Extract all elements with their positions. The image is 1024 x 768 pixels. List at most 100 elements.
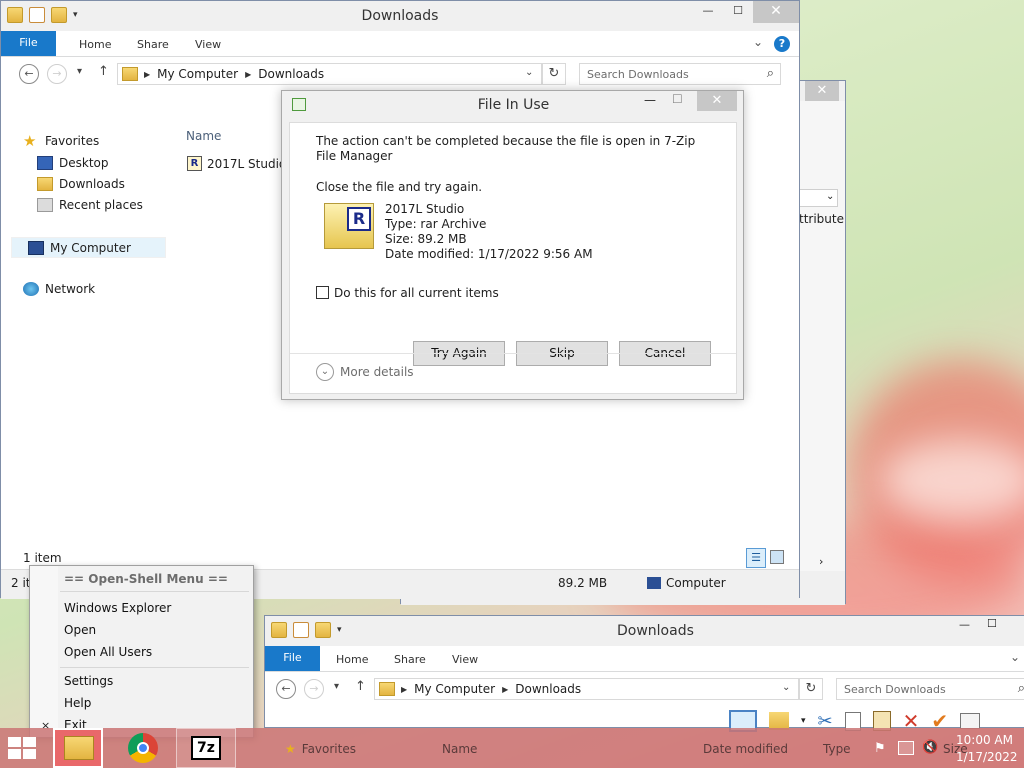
back-button[interactable]: ←	[19, 64, 39, 84]
nav-favorites[interactable]: ★ Favorites	[23, 134, 99, 149]
nav-network[interactable]: Network	[23, 282, 95, 296]
search-icon[interactable]: ⌕	[767, 66, 774, 81]
minimize-button[interactable]: —	[959, 618, 970, 631]
refresh-button[interactable]: ↻	[542, 63, 566, 85]
file-info-size: Size: 89.2 MB	[385, 232, 467, 246]
tab-share[interactable]: Share	[394, 653, 426, 666]
nav-label: Recent places	[59, 198, 143, 212]
tab-view[interactable]: View	[195, 38, 221, 51]
title-bar[interactable]: ▾ Downloads — ☐ ✕	[1, 1, 799, 31]
nav-desktop[interactable]: Desktop	[37, 156, 109, 170]
forward-button[interactable]: →	[304, 679, 324, 699]
refresh-button[interactable]: ↻	[799, 678, 823, 700]
dialog-close-button[interactable]: ✕	[697, 91, 737, 111]
tab-file[interactable]: File	[1, 31, 56, 56]
minimize-button[interactable]: —	[693, 1, 723, 23]
help-icon[interactable]: ?	[774, 36, 790, 52]
menu-item-open[interactable]: Open	[64, 623, 96, 637]
clock-date[interactable]: 1/17/2022	[956, 750, 1018, 764]
large-icons-view-button[interactable]	[770, 550, 784, 564]
menu-header: == Open-Shell Menu ==	[64, 572, 228, 586]
breadcrumb-downloads[interactable]: Downloads	[515, 682, 581, 696]
details-view-button[interactable]: ☰	[746, 548, 766, 568]
tab-view[interactable]: View	[452, 653, 478, 666]
tab-home[interactable]: Home	[79, 38, 111, 51]
breadcrumb-my-computer[interactable]: My Computer	[157, 67, 238, 81]
search-input[interactable]: Search Downloads ⌕	[836, 678, 1024, 700]
nav-recent-places[interactable]: Recent places	[37, 198, 143, 212]
forward-button[interactable]: →	[47, 64, 67, 84]
column-header-attributes[interactable]: ttribute	[799, 212, 844, 226]
dialog-title-bar[interactable]: File In Use — ☐ ✕	[282, 91, 743, 121]
maximize-button[interactable]: ☐	[987, 617, 997, 630]
window-title: Downloads	[617, 623, 694, 639]
breadcrumb-my-computer[interactable]: My Computer	[414, 682, 495, 696]
customize-toolbar-icon[interactable]: ▾	[337, 625, 342, 635]
chevron-down-icon[interactable]: ⌄	[525, 67, 533, 78]
search-icon[interactable]: ⌕	[1018, 681, 1024, 696]
chevron-right-icon[interactable]: ▶	[144, 70, 150, 79]
apply-all-label[interactable]: Do this for all current items	[334, 286, 499, 300]
file-explorer-taskbar-button[interactable]	[53, 728, 103, 768]
breadcrumb-downloads[interactable]: Downloads	[258, 67, 324, 81]
chevron-down-icon[interactable]: ▾	[801, 716, 806, 726]
address-bar[interactable]: ▶ My Computer ▶ Downloads ⌄	[374, 678, 799, 700]
new-folder-icon[interactable]	[315, 622, 331, 638]
properties-icon[interactable]	[29, 7, 45, 23]
recent-locations-icon[interactable]: ▾	[334, 681, 339, 692]
address-bar[interactable]: ▶ My Computer ▶ Downloads ⌄	[117, 63, 542, 85]
tab-share[interactable]: Share	[137, 38, 169, 51]
tab-file[interactable]: File	[265, 646, 320, 671]
expand-ribbon-icon[interactable]: ⌄	[753, 35, 763, 49]
chrome-taskbar-button[interactable]	[118, 728, 168, 768]
column-header-name[interactable]: Name	[186, 129, 221, 143]
volume-muted-icon[interactable]: 🔇	[922, 740, 938, 755]
title-bar[interactable]: ▾ Downloads — ☐	[265, 616, 1024, 646]
dialog-body: The action can't be completed because th…	[289, 122, 737, 394]
status-location: Computer	[647, 576, 726, 590]
search-input[interactable]: Search Downloads ⌕	[579, 63, 781, 85]
chevron-right-icon[interactable]: ▶	[245, 70, 251, 79]
7zip-taskbar-button[interactable]: 7z	[176, 728, 236, 768]
search-placeholder: Search Downloads	[844, 683, 946, 696]
menu-item-settings[interactable]: Settings	[64, 674, 113, 688]
up-arrow-icon[interactable]: ↑	[355, 679, 366, 694]
network-tray-icon[interactable]	[898, 741, 914, 755]
properties-icon[interactable]	[293, 622, 309, 638]
tab-home[interactable]: Home	[336, 653, 368, 666]
folder-icon	[7, 7, 23, 23]
maximize-button[interactable]: ☐	[672, 92, 683, 106]
chevron-right-icon[interactable]: ▶	[401, 685, 407, 694]
status-location-label: Computer	[666, 576, 726, 590]
menu-item-windows-explorer[interactable]: Windows Explorer	[64, 601, 171, 615]
address-row: ← → ▾ ↑ ▶ My Computer ▶ Downloads ⌄ ↻ Se…	[265, 672, 1024, 706]
back-button[interactable]: ←	[276, 679, 296, 699]
close-icon[interactable]: ✕	[805, 81, 839, 101]
chevron-down-icon[interactable]: ⌄	[782, 682, 790, 693]
windows-start-icon[interactable]	[8, 737, 38, 759]
apply-all-checkbox[interactable]	[316, 286, 329, 299]
status-item-count: 1 item	[23, 551, 62, 565]
menu-item-open-all-users[interactable]: Open All Users	[64, 645, 152, 659]
new-folder-icon[interactable]	[51, 7, 67, 23]
nav-my-computer[interactable]: My Computer	[11, 237, 166, 258]
chevron-right-icon[interactable]: ▶	[502, 685, 508, 694]
rename-icon[interactable]	[960, 713, 981, 729]
maximize-button[interactable]: ☐	[723, 1, 753, 23]
menu-item-help[interactable]: Help	[64, 696, 91, 710]
scroll-right-icon[interactable]: ›	[819, 555, 823, 568]
minimize-button[interactable]: —	[644, 93, 656, 107]
nav-downloads[interactable]: Downloads	[37, 177, 125, 191]
clock-time[interactable]: 10:00 AM	[956, 733, 1013, 747]
close-button[interactable]: ✕	[753, 1, 799, 23]
file-list-item[interactable]: R 2017L Studio	[187, 156, 286, 171]
computer-icon	[647, 577, 661, 589]
recent-locations-icon[interactable]: ▾	[77, 66, 82, 77]
up-arrow-icon[interactable]: ↑	[98, 64, 109, 79]
action-center-flag-icon[interactable]: ⚑	[874, 741, 888, 756]
more-details-toggle[interactable]: ⌄ More details	[316, 363, 414, 381]
expand-ribbon-icon[interactable]: ⌄	[1010, 650, 1020, 664]
7zip-icon: 7z	[191, 736, 221, 760]
customize-toolbar-icon[interactable]: ▾	[73, 10, 78, 20]
dropdown-caret-icon[interactable]: ⌄	[826, 191, 834, 202]
